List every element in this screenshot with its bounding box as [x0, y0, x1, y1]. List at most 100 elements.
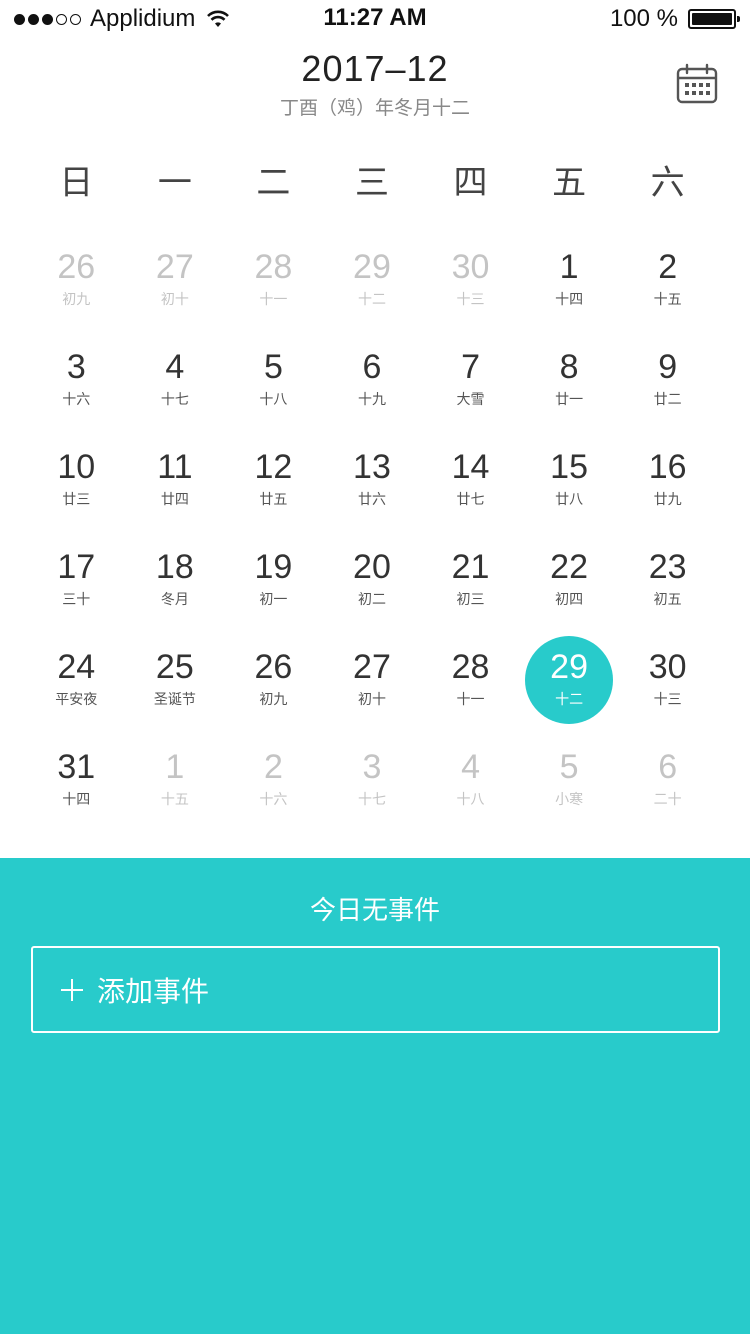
day-number: 24 [57, 648, 96, 686]
day-number: 2 [658, 248, 678, 286]
day-number: 19 [254, 548, 293, 586]
lunar-date-label: 三十 [62, 592, 91, 608]
day-cell[interactable]: 14 廿七 [421, 436, 520, 536]
lunar-date-label: 十二 [357, 292, 386, 308]
lunar-date-label: 十六 [259, 792, 288, 808]
day-cell[interactable]: 26 初九 [224, 636, 323, 736]
day-number: 30 [451, 248, 490, 286]
weekday-header-row: 日一二三四五六 [27, 155, 717, 204]
day-cell[interactable]: 31 十四 [27, 736, 126, 836]
day-number: 13 [353, 448, 391, 486]
day-cell[interactable]: 13 廿六 [323, 436, 422, 536]
weekday-label: 六 [650, 163, 685, 203]
lunar-date-label: 十五 [160, 792, 189, 808]
no-events-message: 今日无事件 [309, 896, 440, 926]
weekday-label: 二 [256, 163, 291, 203]
day-number: 23 [648, 548, 687, 586]
day-cell[interactable]: 28 十一 [224, 236, 323, 336]
lunar-date-label: 十六 [62, 392, 91, 408]
day-cell[interactable]: 19 初一 [224, 536, 323, 636]
day-cell[interactable]: 27 初十 [323, 636, 422, 736]
day-number: 30 [648, 648, 687, 686]
lunar-date-label: 十五 [653, 292, 682, 308]
lunar-date-label: 十四 [555, 292, 584, 308]
lunar-date-label: 廿九 [653, 492, 682, 508]
lunar-date-label: 廿二 [653, 392, 682, 408]
day-cell[interactable]: 30 十三 [618, 636, 717, 736]
calendar-grid: 26 初九 27 初十 28 十一 29 十二 30 十三 1 十四 2 十五 3 十六 4 十七 5 十八 6 十九 7 大… [27, 236, 717, 836]
day-cell[interactable]: 2 十六 [224, 736, 323, 836]
day-number: 5 [559, 748, 579, 786]
day-cell[interactable]: 30 十三 [421, 236, 520, 336]
day-cell-selected[interactable]: 29 十二 [520, 636, 619, 736]
battery-percentage: 100 % [609, 5, 678, 32]
lunar-date-label: 二十 [653, 792, 682, 808]
day-cell[interactable]: 10 廿三 [27, 436, 126, 536]
day-cell[interactable]: 2 十五 [618, 236, 717, 336]
lunar-date-subtitle: 丁酉（鸡）年冬月十二 [279, 97, 470, 119]
day-number: 27 [353, 648, 391, 686]
day-number: 20 [353, 548, 391, 586]
calendar-icon[interactable] [676, 63, 718, 105]
lunar-date-label: 廿八 [555, 492, 584, 508]
day-number: 18 [155, 548, 194, 586]
day-cell[interactable]: 22 初四 [520, 536, 619, 636]
day-cell[interactable]: 3 十六 [27, 336, 126, 436]
day-cell[interactable]: 12 廿五 [224, 436, 323, 536]
lunar-date-label: 十八 [456, 792, 485, 808]
day-cell[interactable]: 29 十二 [323, 236, 422, 336]
day-number: 22 [550, 548, 588, 586]
day-cell[interactable]: 15 廿八 [520, 436, 619, 536]
day-number: 31 [57, 748, 96, 786]
day-number: 12 [254, 448, 293, 486]
day-number: 1 [165, 748, 185, 786]
day-number: 10 [57, 448, 96, 486]
day-cell[interactable]: 11 廿四 [126, 436, 225, 536]
day-cell[interactable]: 6 二十 [618, 736, 717, 836]
lunar-date-label: 十四 [62, 792, 91, 808]
day-cell[interactable]: 9 廿二 [618, 336, 717, 436]
lunar-date-label: 廿七 [456, 492, 485, 508]
day-number: 3 [66, 348, 86, 386]
day-cell[interactable]: 23 初五 [618, 536, 717, 636]
day-number: 29 [550, 648, 588, 686]
lunar-date-label: 初四 [555, 592, 584, 608]
day-number: 26 [57, 248, 96, 286]
day-cell[interactable]: 3 十七 [323, 736, 422, 836]
day-cell[interactable]: 17 三十 [27, 536, 126, 636]
day-cell[interactable]: 5 小寒 [520, 736, 619, 836]
lunar-date-label: 十七 [357, 792, 386, 808]
lunar-date-label: 初十 [160, 292, 189, 308]
lunar-date-label: 廿三 [62, 492, 91, 508]
day-number: 14 [451, 448, 490, 486]
day-cell[interactable]: 1 十四 [520, 236, 619, 336]
day-cell[interactable]: 8 廿一 [520, 336, 619, 436]
day-cell[interactable]: 21 初三 [421, 536, 520, 636]
battery-icon [688, 9, 740, 29]
day-cell[interactable]: 24 平安夜 [27, 636, 126, 736]
day-cell[interactable]: 28 十一 [421, 636, 520, 736]
day-cell[interactable]: 20 初二 [323, 536, 422, 636]
plus-icon [61, 978, 83, 1001]
day-cell[interactable]: 16 廿九 [618, 436, 717, 536]
lunar-date-label: 初九 [62, 292, 91, 308]
add-event-label: 添加事件 [97, 974, 210, 1008]
day-cell[interactable]: 25 圣诞节 [126, 636, 225, 736]
day-cell[interactable]: 5 十八 [224, 336, 323, 436]
day-cell[interactable]: 4 十七 [126, 336, 225, 436]
day-cell[interactable]: 7 大雪 [421, 336, 520, 436]
day-cell[interactable]: 18 冬月 [126, 536, 225, 636]
day-cell[interactable]: 1 十五 [126, 736, 225, 836]
add-event-button[interactable]: 添加事件 [31, 946, 720, 1033]
month-title[interactable]: 2017–12 [0, 48, 750, 90]
lunar-date-label: 十九 [357, 392, 386, 408]
day-cell[interactable]: 26 初九 [27, 236, 126, 336]
day-number: 29 [353, 248, 391, 286]
day-cell[interactable]: 4 十八 [421, 736, 520, 836]
weekday-label: 五 [552, 163, 587, 203]
day-cell[interactable]: 6 十九 [323, 336, 422, 436]
day-number: 8 [559, 348, 579, 386]
weekday-label: 一 [157, 163, 192, 203]
day-cell[interactable]: 27 初十 [126, 236, 225, 336]
lunar-date-label: 圣诞节 [153, 692, 196, 708]
